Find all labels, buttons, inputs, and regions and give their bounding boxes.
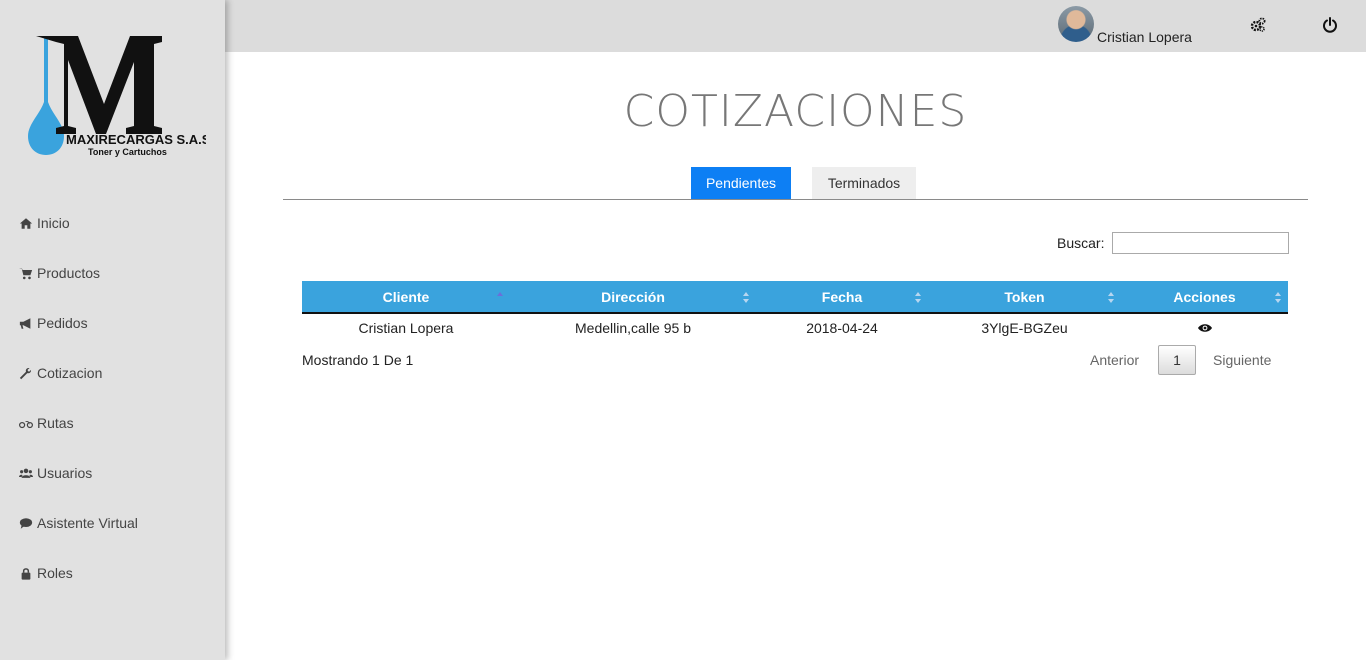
column-header-direccion[interactable]: Dirección [510,281,756,314]
table-header-row: Cliente Dirección Fecha Token Acciones [302,281,1288,314]
sidebar-item-label: Productos [37,265,101,281]
sidebar-item-productos[interactable]: Productos [0,248,225,298]
sidebar-item-rutas[interactable]: Rutas [0,398,225,448]
column-header-acciones[interactable]: Acciones [1121,281,1288,314]
tab-terminados[interactable]: Terminados [812,167,916,199]
sidebar-item-label: Usuarios [37,465,93,481]
sort-both-icon [1107,291,1115,304]
cell-cliente: Cristian Lopera [358,320,454,336]
brand-tagline: Toner y Cartuchos [88,147,167,157]
sidebar: MAXIRECARGAS S.A.S Toner y Cartuchos Ini… [0,0,225,660]
sidebar-item-label: Asistente Virtual [37,515,138,531]
search-input[interactable] [1112,232,1289,254]
tab-bar: Pendientes Terminados [283,167,1308,200]
users-icon [18,466,34,480]
column-label: Cliente [382,288,430,305]
quotes-table: Cliente Dirección Fecha Token Acciones C… [302,281,1288,342]
column-label: Dirección [601,288,665,305]
sort-asc-icon [496,291,504,304]
cell-acciones [1121,313,1288,342]
lock-icon [18,566,34,580]
sort-both-icon [1274,291,1282,304]
sidebar-item-label: Inicio [37,215,70,231]
sidebar-item-inicio[interactable]: Inicio [0,198,225,248]
brand-name: MAXIRECARGAS S.A.S [66,132,206,147]
sidebar-item-label: Pedidos [37,315,88,331]
search-label: Buscar: [1057,235,1105,251]
user-name[interactable]: Cristian Lopera [1097,29,1192,45]
cell-fecha: 2018-04-24 [806,320,878,336]
sort-both-icon [742,291,750,304]
column-header-cliente[interactable]: Cliente [302,281,510,314]
sidebar-item-asistente-virtual[interactable]: Asistente Virtual [0,498,225,548]
page-title: COTIZACIONES [623,86,968,137]
table-info: Mostrando 1 De 1 [302,352,414,368]
column-label: Acciones [1173,288,1236,305]
top-bar: Cristian Lopera [225,0,1366,52]
cart-icon [18,266,34,280]
column-label: Fecha [821,288,863,305]
sidebar-item-usuarios[interactable]: Usuarios [0,448,225,498]
sidebar-item-label: Roles [37,565,73,581]
gears-icon[interactable] [1250,17,1266,33]
chat-icon [18,516,34,530]
column-label: Token [1004,288,1045,305]
sidebar-item-pedidos[interactable]: Pedidos [0,298,225,348]
brand-logo: MAXIRECARGAS S.A.S Toner y Cartuchos [26,34,211,159]
home-icon [18,216,34,230]
power-icon[interactable] [1322,17,1338,33]
pagination-next[interactable]: Siguiente [1213,352,1271,368]
sidebar-item-cotizacion[interactable]: Cotizacion [0,348,225,398]
avatar[interactable] [1058,6,1094,42]
bullhorn-icon [18,316,34,330]
sidebar-nav: Inicio Productos Pedidos Cotizacion Ruta… [0,198,225,598]
tab-pendientes[interactable]: Pendientes [691,167,791,199]
motorcycle-icon [18,416,34,430]
cell-direccion: Medellin,calle 95 b [575,320,691,336]
pagination-page-1[interactable]: 1 [1158,345,1196,375]
eye-icon[interactable] [1197,320,1212,332]
column-header-fecha[interactable]: Fecha [756,281,928,314]
cell-token: 3YlgE-BGZeu [981,320,1068,336]
sort-both-icon [914,291,922,304]
sidebar-item-label: Cotizacion [37,365,103,381]
sidebar-item-roles[interactable]: Roles [0,548,225,598]
column-header-token[interactable]: Token [928,281,1121,314]
sidebar-item-label: Rutas [37,415,74,431]
pagination-previous[interactable]: Anterior [1090,352,1139,368]
table-row: Cristian Lopera Medellin,calle 95 b 2018… [302,313,1288,342]
wrench-icon [18,366,34,380]
